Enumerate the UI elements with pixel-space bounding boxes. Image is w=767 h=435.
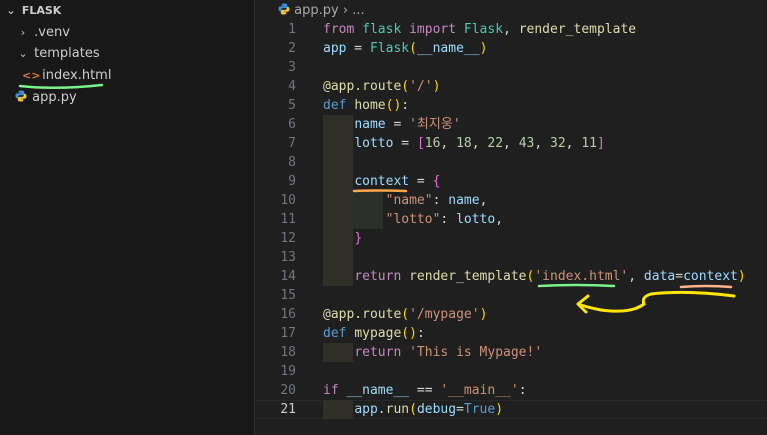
annotation-arrow-head bbox=[576, 294, 590, 314]
code-editor[interactable]: app.py › ... 1 from flask import Flask, r… bbox=[256, 0, 767, 435]
sidebar-annotation-layer bbox=[18, 83, 104, 90]
annotation-arrow-stroke bbox=[576, 290, 736, 313]
annotation-underline-index-html-file bbox=[18, 83, 104, 90]
annotation-underline-context bbox=[352, 189, 408, 193]
annotation-layer bbox=[352, 189, 736, 314]
annotation-underline-data-context bbox=[679, 284, 733, 289]
annotation-underline-index-html bbox=[537, 283, 616, 288]
